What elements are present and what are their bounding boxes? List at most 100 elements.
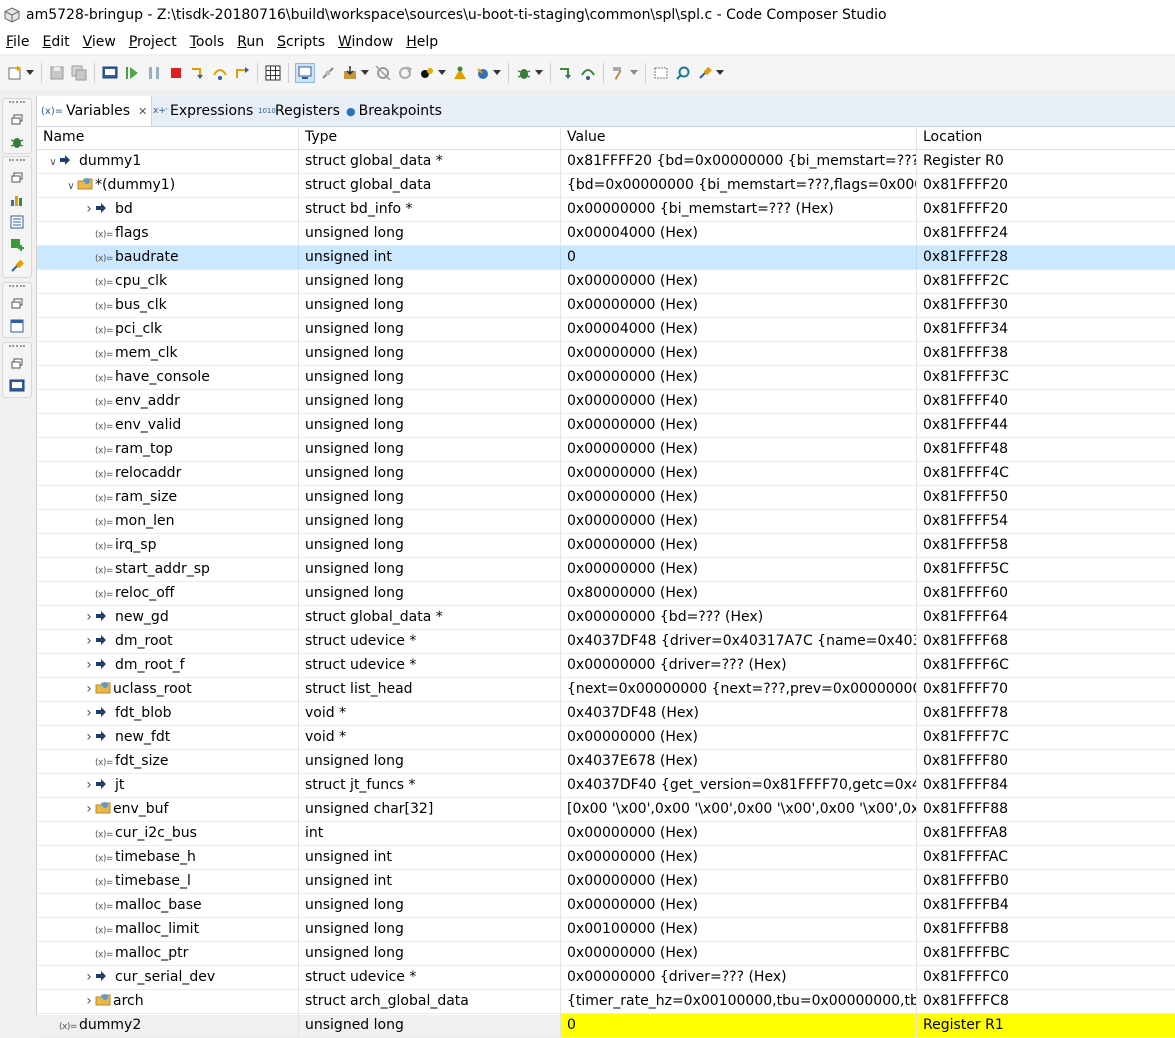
name-cell[interactable]: (x)= fdt_size bbox=[37, 750, 299, 773]
breakpoint-add-icon[interactable] bbox=[3, 233, 31, 255]
table-row[interactable]: (x)= malloc_ptr unsigned long 0x00000000 (H… bbox=[37, 942, 1175, 966]
menu-tools[interactable]: Tools bbox=[184, 34, 232, 50]
grip-handle[interactable] bbox=[9, 345, 25, 353]
location-cell[interactable]: 0x81FFFFB0 bbox=[917, 870, 1175, 893]
expand-chevron-icon[interactable]: › bbox=[83, 606, 95, 629]
tab-breakpoints[interactable]: ● Breakpoints bbox=[346, 96, 442, 126]
name-cell[interactable]: (x)= cur_i2c_bus bbox=[37, 822, 299, 845]
type-cell[interactable]: unsigned long bbox=[299, 942, 561, 965]
type-cell[interactable]: struct global_data * bbox=[299, 150, 561, 173]
name-cell[interactable]: › dm_root_f bbox=[37, 654, 299, 677]
menu-project[interactable]: Project bbox=[123, 34, 184, 50]
pin-icon[interactable] bbox=[696, 64, 714, 82]
name-cell[interactable]: (x)= mon_len bbox=[37, 510, 299, 533]
hammer-dropdown-icon[interactable] bbox=[630, 64, 638, 82]
value-cell[interactable]: 0 bbox=[561, 1014, 917, 1037]
name-cell[interactable]: ∨ *(dummy1) bbox=[37, 174, 299, 197]
type-cell[interactable]: unsigned int bbox=[299, 246, 561, 269]
value-cell[interactable]: 0x00000000 {driver=??? (Hex) bbox=[561, 966, 917, 989]
type-cell[interactable]: unsigned long bbox=[299, 318, 561, 341]
target-dropdown-icon[interactable] bbox=[438, 64, 446, 82]
name-cell[interactable]: › dm_root bbox=[37, 630, 299, 653]
type-cell[interactable]: struct jt_funcs * bbox=[299, 774, 561, 797]
name-cell[interactable]: (x)= have_console bbox=[37, 366, 299, 389]
name-cell[interactable]: (x)= malloc_limit bbox=[37, 918, 299, 941]
location-cell[interactable]: 0x81FFFF50 bbox=[917, 486, 1175, 509]
table-row[interactable]: (x)= fdt_size unsigned long 0x4037E678 (Hex… bbox=[37, 750, 1175, 774]
location-cell[interactable]: 0x81FFFF38 bbox=[917, 342, 1175, 365]
table-row[interactable]: (x)= relocaddr unsigned long 0x00000000 (He… bbox=[37, 462, 1175, 486]
type-cell[interactable]: unsigned int bbox=[299, 870, 561, 893]
table-row[interactable]: (x)= mem_clk unsigned long 0x00000000 (Hex)… bbox=[37, 342, 1175, 366]
type-cell[interactable]: unsigned long bbox=[299, 894, 561, 917]
load-dropdown-icon[interactable] bbox=[361, 64, 369, 82]
menu-scripts[interactable]: Scripts bbox=[271, 34, 332, 50]
connect-icon[interactable] bbox=[319, 64, 337, 82]
name-cell[interactable]: (x)= baudrate bbox=[37, 246, 299, 269]
value-cell[interactable]: 0x4037DF40 {get_version=0x81FFFF70,getc=… bbox=[561, 774, 917, 797]
restore-icon[interactable] bbox=[3, 109, 31, 131]
expand-chevron-icon[interactable]: › bbox=[83, 678, 95, 701]
open-console-icon[interactable] bbox=[652, 64, 670, 82]
name-cell[interactable]: (x)= ram_size bbox=[37, 486, 299, 509]
value-cell[interactable]: 0x4037DF48 (Hex) bbox=[561, 702, 917, 725]
table-row[interactable]: › new_fdt void * 0x00000000 (Hex) 0x81FFFF7C bbox=[37, 726, 1175, 750]
value-cell[interactable]: 0x81FFFF20 {bd=0x00000000 {bi_memstart=?… bbox=[561, 150, 917, 173]
name-cell[interactable]: (x)= flags bbox=[37, 222, 299, 245]
tab-expressions[interactable]: x+y Expressions bbox=[151, 96, 253, 126]
resume-icon[interactable] bbox=[123, 64, 141, 82]
type-cell[interactable]: unsigned long bbox=[299, 750, 561, 773]
name-cell[interactable]: (x)= start_addr_sp bbox=[37, 558, 299, 581]
value-cell[interactable]: 0x00100000 (Hex) bbox=[561, 918, 917, 941]
search-icon[interactable] bbox=[674, 64, 692, 82]
step-return-icon[interactable] bbox=[233, 64, 251, 82]
collapse-chevron-icon[interactable]: ∨ bbox=[65, 175, 77, 197]
location-cell[interactable]: 0x81FFFFAC bbox=[917, 846, 1175, 869]
location-cell[interactable]: 0x81FFFF70 bbox=[917, 678, 1175, 701]
value-cell[interactable]: {timer_rate_hz=0x00100000,tbu=0x00000000… bbox=[561, 990, 917, 1013]
table-row[interactable]: (x)= mon_len unsigned long 0x00000000 (Hex)… bbox=[37, 510, 1175, 534]
value-cell[interactable]: 0x00000000 (Hex) bbox=[561, 390, 917, 413]
table-row[interactable]: ∨ *(dummy1) struct global_data {bd=0x000000… bbox=[37, 174, 1175, 198]
grip-handle[interactable] bbox=[9, 101, 25, 109]
table-row[interactable]: › new_gd struct global_data * 0x00000000 {b… bbox=[37, 606, 1175, 630]
name-cell[interactable]: › fdt_blob bbox=[37, 702, 299, 725]
save-icon[interactable] bbox=[48, 64, 66, 82]
outline-view-icon[interactable] bbox=[3, 315, 31, 337]
debug-dropdown-icon[interactable] bbox=[493, 64, 501, 82]
value-cell[interactable]: 0x00000000 (Hex) bbox=[561, 846, 917, 869]
location-cell[interactable]: 0x81FFFF2C bbox=[917, 270, 1175, 293]
expand-chevron-icon[interactable]: › bbox=[83, 966, 95, 989]
location-cell[interactable]: 0x81FFFF64 bbox=[917, 606, 1175, 629]
expand-chevron-icon[interactable]: › bbox=[83, 630, 95, 653]
name-cell[interactable]: › jt bbox=[37, 774, 299, 797]
restore-icon[interactable] bbox=[3, 293, 31, 315]
value-cell[interactable]: 0x00000000 (Hex) bbox=[561, 942, 917, 965]
value-cell[interactable]: 0x00000000 {driver=??? (Hex) bbox=[561, 654, 917, 677]
table-row[interactable]: (x)= start_addr_sp unsigned long 0x00000000… bbox=[37, 558, 1175, 582]
hammer-icon[interactable] bbox=[610, 64, 628, 82]
table-row[interactable]: › bd struct bd_info * 0x00000000 {bi_memsta… bbox=[37, 198, 1175, 222]
table-row[interactable]: (x)= timebase_h unsigned int 0x00000000 (He… bbox=[37, 846, 1175, 870]
name-cell[interactable]: (x)= relocaddr bbox=[37, 462, 299, 485]
expand-chevron-icon[interactable]: › bbox=[83, 990, 95, 1013]
value-cell[interactable]: 0x00000000 (Hex) bbox=[561, 726, 917, 749]
column-header-name[interactable]: Name bbox=[37, 126, 299, 149]
value-cell[interactable]: 0x00000000 (Hex) bbox=[561, 342, 917, 365]
location-cell[interactable]: 0x81FFFFBC bbox=[917, 942, 1175, 965]
name-cell[interactable]: (x)= ram_top bbox=[37, 438, 299, 461]
location-cell[interactable]: 0x81FFFF54 bbox=[917, 510, 1175, 533]
value-cell[interactable]: 0x00000000 (Hex) bbox=[561, 870, 917, 893]
table-row[interactable]: (x)= malloc_limit unsigned long 0x00100000 … bbox=[37, 918, 1175, 942]
build-icon[interactable] bbox=[451, 64, 469, 82]
name-cell[interactable]: › bd bbox=[37, 198, 299, 221]
type-cell[interactable]: unsigned long bbox=[299, 438, 561, 461]
location-cell[interactable]: 0x81FFFF68 bbox=[917, 630, 1175, 653]
location-cell[interactable]: 0x81FFFF80 bbox=[917, 750, 1175, 773]
step-over-icon[interactable] bbox=[211, 64, 229, 82]
debug-perspective-icon[interactable] bbox=[3, 131, 31, 153]
table-row[interactable]: (x)= flags unsigned long 0x00004000 (Hex) 0x… bbox=[37, 222, 1175, 246]
name-cell[interactable]: (x)= pci_clk bbox=[37, 318, 299, 341]
expand-chevron-icon[interactable]: › bbox=[83, 198, 95, 221]
restore-icon[interactable] bbox=[3, 167, 31, 189]
